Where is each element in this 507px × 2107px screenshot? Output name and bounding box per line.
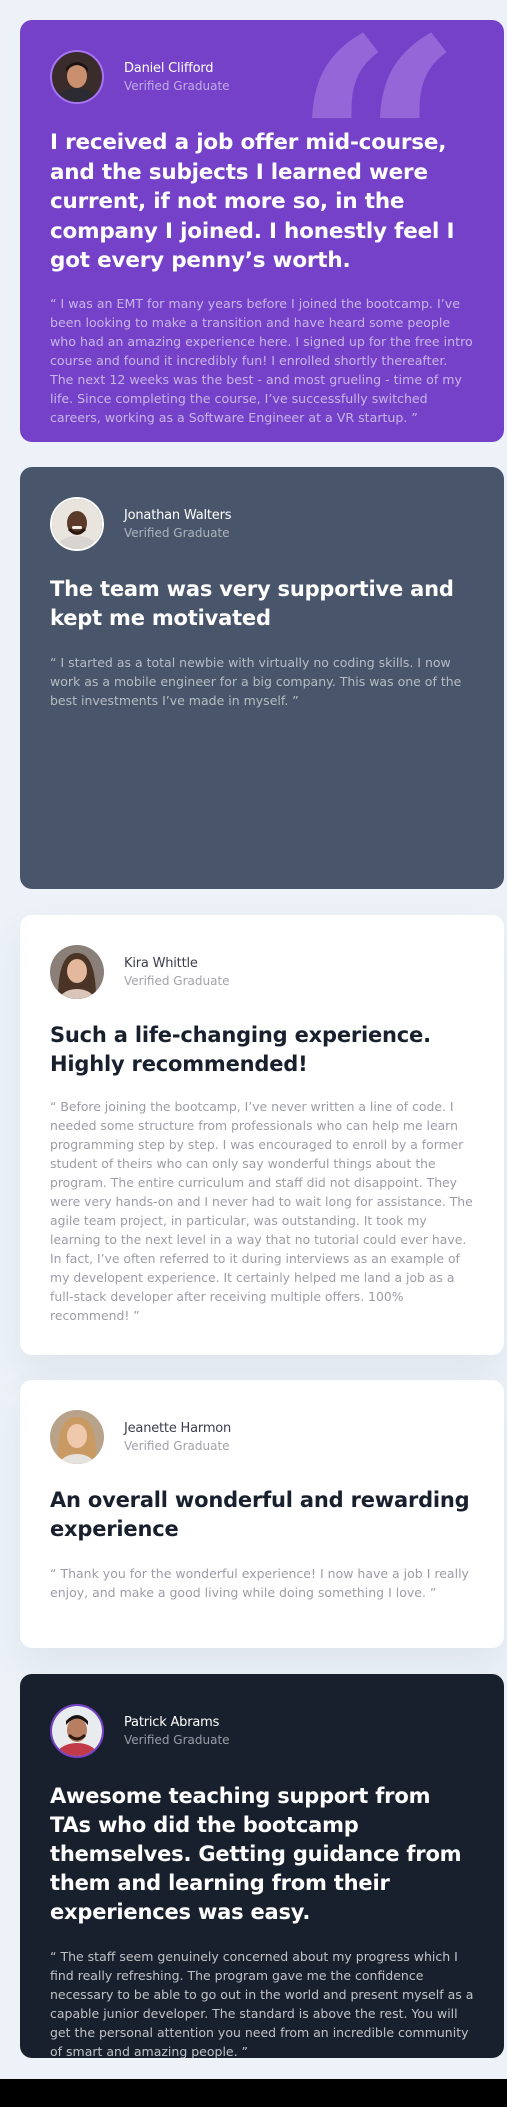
testimonial-card-jonathan: Jonathan Walters Verified Graduate The t… <box>20 467 504 889</box>
author: Kira Whittle Verified Graduate <box>50 945 474 999</box>
avatar-kira-icon <box>50 945 104 999</box>
testimonial-body: “ The staff seem genuinely concerned abo… <box>50 1949 474 2058</box>
testimonial-body: “ Before joining the bootcamp, I’ve neve… <box>50 1099 473 1323</box>
testimonial-card-patrick: Patrick Abrams Verified Graduate Awesome… <box>20 1674 504 2058</box>
author-name: Patrick Abrams <box>124 1715 220 1730</box>
author-name: Jeanette Harmon <box>124 1421 232 1436</box>
author-role: Verified Graduate <box>124 974 230 988</box>
bottom-bar <box>0 2079 507 2107</box>
testimonial-body: “ I started as a total newbie with virtu… <box>50 655 462 708</box>
testimonial-body: “ Thank you for the wonderful experience… <box>50 1566 469 1600</box>
testimonial-card-jeanette: Jeanette Harmon Verified Graduate An ove… <box>20 1380 504 1648</box>
author-name: Jonathan Walters <box>124 508 232 523</box>
avatar-jonathan-icon <box>50 497 104 551</box>
testimonial-headline: The team was very supportive and kept me… <box>50 577 454 630</box>
author: Jeanette Harmon Verified Graduate <box>50 1410 474 1464</box>
avatar-jeanette-icon <box>50 1410 104 1464</box>
testimonial-card-kira: Kira Whittle Verified Graduate Such a li… <box>20 915 504 1355</box>
testimonial-headline: Awesome teaching support from TAs who di… <box>50 1784 462 1924</box>
testimonial-card-daniel: “ Daniel Clifford Verified Graduate I re… <box>20 20 504 442</box>
author-role: Verified Graduate <box>124 79 230 93</box>
author-name: Kira Whittle <box>124 956 198 971</box>
avatar-daniel-icon <box>50 50 104 104</box>
author-role: Verified Graduate <box>124 1733 230 1747</box>
testimonial-headline: Such a life-changing experience. Highly … <box>50 1023 431 1076</box>
author-role: Verified Graduate <box>124 526 230 540</box>
author-role: Verified Graduate <box>124 1439 230 1453</box>
author-name: Daniel Clifford <box>124 61 214 76</box>
author: Daniel Clifford Verified Graduate <box>50 50 474 104</box>
testimonial-headline: I received a job offer mid-course, and t… <box>50 130 455 273</box>
testimonial-headline: An overall wonderful and rewarding exper… <box>50 1488 470 1541</box>
author: Patrick Abrams Verified Graduate <box>50 1704 474 1758</box>
author: Jonathan Walters Verified Graduate <box>50 497 474 551</box>
testimonial-body: “ I was an EMT for many years before I j… <box>50 295 473 425</box>
avatar-patrick-icon <box>50 1704 104 1758</box>
